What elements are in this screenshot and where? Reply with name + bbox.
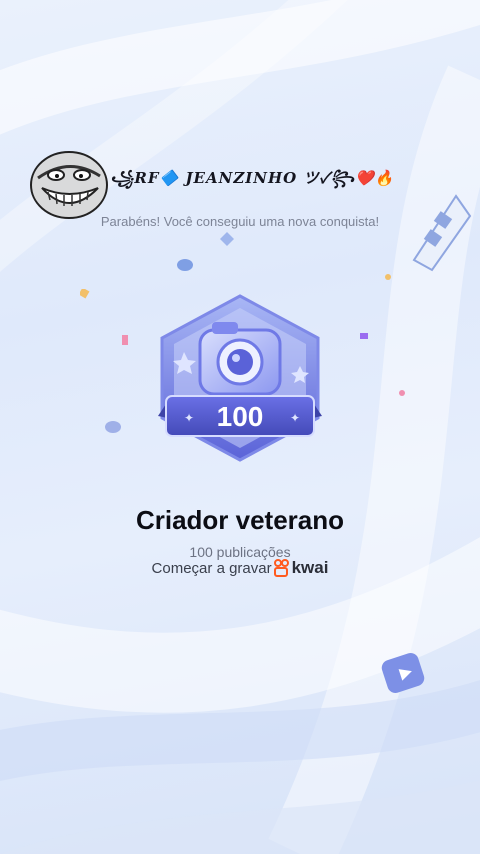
- confetti-icon: [398, 384, 406, 402]
- record-label: Começar a gravar: [151, 559, 272, 577]
- avatar[interactable]: [28, 148, 110, 222]
- play-icon: [378, 648, 430, 700]
- username: ꧁RF🔷 JEANZINHO ツ✓꧂❤️🔥: [110, 169, 395, 187]
- start-recording-link[interactable]: Começar a gravar kwai: [0, 558, 480, 578]
- kwai-brand: kwai: [291, 558, 329, 577]
- confetti-icon: [176, 258, 194, 277]
- confetti-icon: [104, 420, 122, 439]
- film-strip-icon: [396, 188, 476, 288]
- confetti-icon: [384, 268, 392, 286]
- kwai-logo-icon: [273, 559, 290, 577]
- svg-text:✦: ✦: [290, 411, 300, 425]
- confetti-icon: [122, 334, 130, 352]
- svg-text:✦: ✦: [184, 411, 194, 425]
- confetti-icon: [220, 232, 234, 251]
- badge-count: 100: [217, 401, 264, 432]
- achievement-badge: ✦ ✦ 100: [140, 290, 340, 465]
- confetti-icon: [360, 330, 370, 348]
- confetti-icon: [78, 286, 90, 304]
- achievement-title: Criador veterano: [135, 505, 345, 535]
